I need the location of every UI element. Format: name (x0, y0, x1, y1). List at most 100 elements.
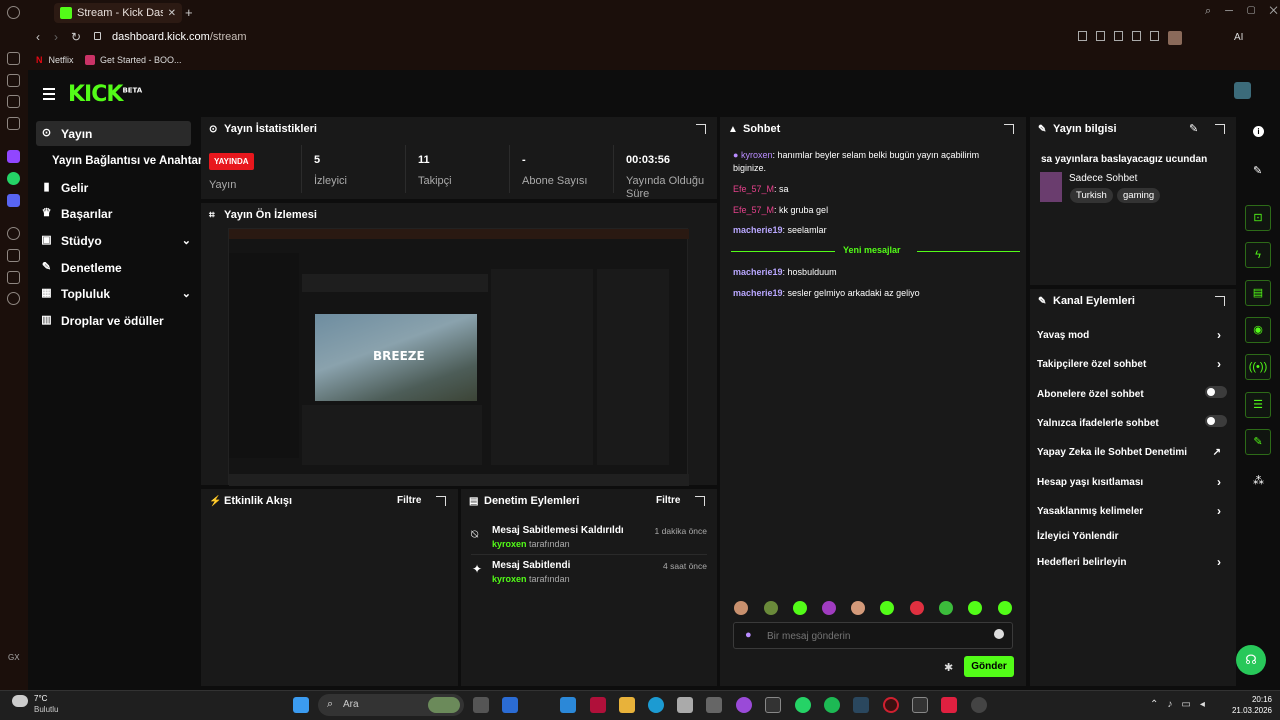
popout-icon[interactable] (695, 496, 705, 506)
emote-icon[interactable] (998, 601, 1012, 615)
rail-wrench-button[interactable]: ✎ (1245, 429, 1271, 455)
action-goals[interactable]: Hedefleri belirleyin › (1037, 555, 1227, 569)
filter-button[interactable]: Filtre (656, 495, 680, 506)
rail-more-icon[interactable]: ⁂ (1253, 474, 1264, 487)
chat-username[interactable]: kyroxen (741, 150, 773, 160)
emote-icon[interactable] (939, 601, 953, 615)
sidebar-item-topluluk[interactable]: ▦ Topluluk ⌄ (36, 281, 191, 306)
emote-icon[interactable] (793, 601, 807, 615)
sidebar-item-studyo[interactable]: ▣ Stüdyo ⌄ (36, 228, 191, 253)
chat-message[interactable]: macherie19: sesler gelmiyo arkadaki az g… (733, 287, 1013, 300)
edit-layout-icon[interactable]: ✎ (1253, 164, 1262, 177)
edit-icon[interactable]: ✎ (1189, 122, 1198, 135)
epic2-icon[interactable] (912, 697, 928, 713)
chat-message[interactable]: Efe_57_M: sa (733, 183, 1013, 196)
explorer-icon[interactable] (619, 697, 635, 713)
spotify-icon[interactable] (824, 697, 840, 713)
emote-icon[interactable] (764, 601, 778, 615)
chat-message[interactable]: macherie19: seelamlar (733, 224, 1013, 237)
taskbar-search[interactable]: ⌕ Ara (318, 694, 464, 716)
app2-icon[interactable] (971, 697, 987, 713)
emoji-icon[interactable] (994, 629, 1004, 639)
copilot-icon[interactable] (736, 697, 752, 713)
chat-username[interactable]: Efe_57_M (733, 184, 774, 194)
vivaldi-icon[interactable] (590, 697, 606, 713)
extensions-icon[interactable] (7, 271, 20, 284)
minecraft-icon[interactable] (706, 697, 722, 713)
chat-username[interactable]: macherie19 (733, 225, 783, 235)
popout-icon[interactable] (436, 496, 446, 506)
popout-icon[interactable] (1215, 296, 1225, 306)
chat-username[interactable]: macherie19 (733, 288, 783, 298)
task-view-icon[interactable] (473, 697, 489, 713)
user-avatar[interactable] (1234, 82, 1251, 99)
back-icon[interactable]: ‹ (36, 30, 40, 44)
emote-icon[interactable] (880, 601, 894, 615)
sidebar-item-denetleme[interactable]: ✎ Denetleme (36, 255, 191, 280)
vivaldi2-icon[interactable] (941, 697, 957, 713)
sidebar-item-droplar[interactable]: ▥ Droplar ve ödüller (36, 308, 191, 333)
weather-widget[interactable]: 7°C Bulutlu (12, 693, 72, 717)
epic-icon[interactable] (765, 697, 781, 713)
popout-icon[interactable] (1004, 124, 1014, 134)
filter-button[interactable]: Filtre (397, 495, 421, 506)
extensions-icons[interactable] (1078, 31, 1218, 45)
rail-camera-button[interactable]: ⊡ (1245, 205, 1271, 231)
chat-input[interactable] (765, 628, 985, 644)
tab-close-icon[interactable]: ✕ (168, 8, 176, 19)
mic-icon[interactable]: ● (745, 629, 752, 641)
action-raid-viewers[interactable]: İzleyici Yönlendir (1037, 531, 1227, 542)
twitch-icon[interactable] (7, 150, 20, 163)
action-account-age[interactable]: Hesap yaşı kısıtlaması › (1037, 475, 1227, 489)
rail-bolt-button[interactable]: ϟ (1245, 242, 1271, 268)
opera-icon[interactable] (7, 6, 20, 19)
support-button[interactable]: ☊ (1236, 645, 1266, 675)
whatsapp-icon[interactable] (7, 172, 20, 185)
store-icon[interactable] (677, 697, 693, 713)
forward-icon[interactable]: › (54, 30, 58, 44)
browser-tab[interactable]: Stream - Kick Dashbo ✕ (54, 3, 182, 23)
home-icon[interactable] (7, 52, 20, 65)
bookmark-get-started[interactable]: Get Started - BOO... (85, 55, 182, 65)
mod-user[interactable]: kyroxen (492, 539, 527, 549)
app-icon[interactable] (560, 697, 576, 713)
kick-logo[interactable]: KICKBETA (68, 82, 142, 107)
new-tab-button[interactable]: + (185, 5, 193, 20)
sidebar-item-basarilar[interactable]: ♛ Başarılar (36, 201, 191, 226)
tag-chip[interactable]: gaming (1117, 188, 1161, 203)
action-banned-words[interactable]: Yasaklanmış kelimeler › (1037, 504, 1227, 518)
reload-icon[interactable]: ↻ (71, 30, 81, 44)
emote-icon[interactable] (822, 601, 836, 615)
opera-gx-icon[interactable] (883, 697, 899, 713)
messenger-icon[interactable] (7, 95, 20, 108)
emote-icon[interactable] (734, 601, 748, 615)
action-slow-mode[interactable]: Yavaş mod › (1037, 328, 1227, 342)
action-ai-moderation[interactable]: Yapay Zeka ile Sohbet Denetimi ↗ (1037, 447, 1227, 458)
toggle-switch[interactable] (1205, 415, 1227, 427)
action-emotes-only[interactable]: Yalnızca ifadelerle sohbet (1037, 415, 1227, 429)
clock[interactable]: 20:16 21.03.2026 (1222, 694, 1272, 716)
popout-icon[interactable] (1215, 124, 1225, 134)
edge-icon[interactable] (648, 697, 664, 713)
info-icon[interactable]: i (1253, 126, 1264, 137)
chat-username[interactable]: Efe_57_M (733, 205, 774, 215)
send-button[interactable]: Gönder (964, 656, 1014, 677)
wallet-icon[interactable] (7, 117, 20, 130)
sidebar-item-gelir[interactable]: ▮ Gelir (36, 175, 191, 200)
history-icon[interactable] (7, 249, 20, 262)
rail-chat-button[interactable]: ◉ (1245, 317, 1271, 343)
rail-broadcast-button[interactable]: ((•)) (1245, 354, 1271, 380)
category-name[interactable]: Sadece Sohbet (1069, 173, 1137, 184)
tag-chip[interactable]: Turkish (1070, 188, 1113, 203)
mod-user[interactable]: kyroxen (492, 574, 527, 584)
sidebar-item-baglanti[interactable]: Yayın Bağlantısı ve Anahtarı (36, 148, 206, 173)
toggle-switch[interactable] (1205, 386, 1227, 398)
action-followers-only[interactable]: Takipçilere özel sohbet › (1037, 357, 1227, 371)
tray-icons[interactable]: ⌃♪▭◂ (1150, 699, 1205, 711)
bookmark-icon[interactable] (7, 74, 20, 87)
emote-icon[interactable] (968, 601, 982, 615)
url-field[interactable]: dashboard.kick.com/stream (112, 31, 247, 43)
steam-icon[interactable] (853, 697, 869, 713)
rail-layout-button[interactable]: ☰ (1245, 392, 1271, 418)
settings-icon[interactable] (7, 292, 20, 305)
